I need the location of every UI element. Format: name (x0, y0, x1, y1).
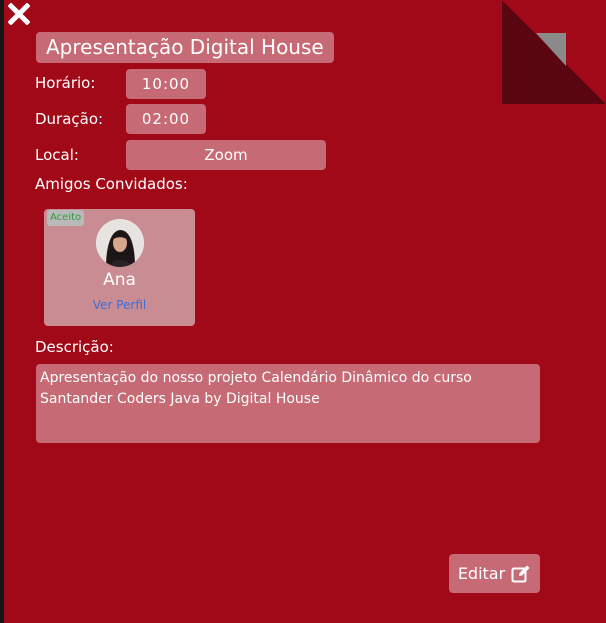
edit-button[interactable]: Editar (449, 554, 540, 593)
event-title: Apresentação Digital House (36, 32, 334, 63)
close-icon[interactable] (8, 3, 30, 25)
duration-field[interactable]: 02:00 (126, 104, 206, 134)
duration-label: Duração: (35, 110, 104, 128)
description-field[interactable]: Apresentação do nosso projeto Calendário… (36, 364, 540, 443)
friend-card[interactable]: Aceito Ana Ver Perfil (44, 209, 195, 326)
avatar (96, 219, 144, 267)
location-field[interactable]: Zoom (126, 140, 326, 170)
friend-name: Ana (103, 270, 136, 290)
avatar-image (96, 219, 144, 267)
friends-label: Amigos Convidados: (35, 175, 188, 193)
description-label: Descrição: (35, 338, 114, 356)
time-label: Horário: (35, 74, 96, 92)
location-label: Local: (35, 146, 79, 164)
time-field[interactable]: 10:00 (126, 69, 206, 99)
view-profile-link[interactable]: Ver Perfil (44, 298, 195, 312)
edit-button-label: Editar (457, 564, 506, 583)
event-detail-card: Apresentação Digital House Horário: 10:0… (4, 0, 606, 623)
status-badge: Aceito (47, 210, 85, 226)
edit-icon (511, 565, 530, 582)
